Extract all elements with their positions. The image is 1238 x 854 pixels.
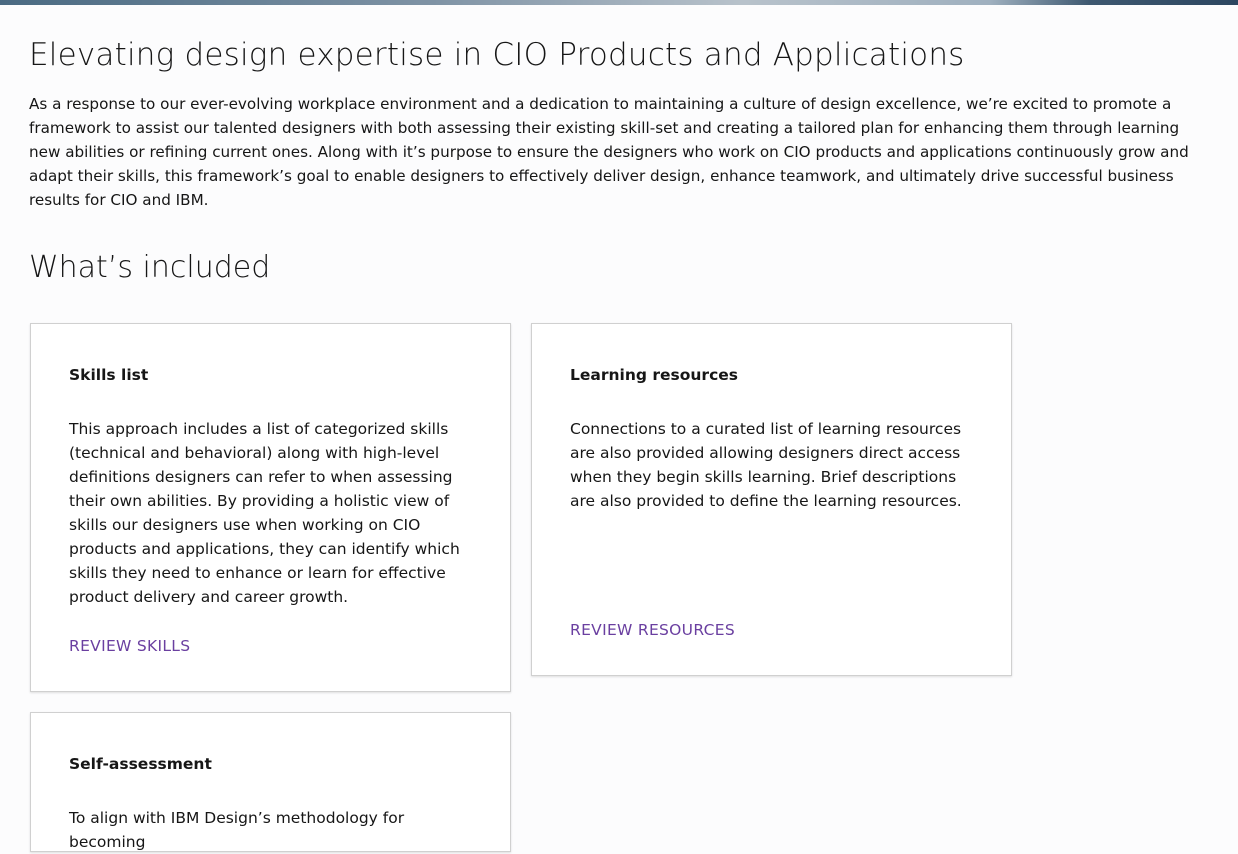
card-description: To align with IBM Design’s methodology f… xyxy=(69,809,405,851)
card-description: This approach includes a list of categor… xyxy=(69,420,460,606)
card-skills-list: Skills list This approach includes a lis… xyxy=(30,323,511,692)
card-title: Self-assessment xyxy=(69,755,212,773)
card-description: Connections to a curated list of learnin… xyxy=(570,420,962,510)
review-resources-link[interactable]: REVIEW RESOURCES xyxy=(570,619,735,641)
hero-banner-image xyxy=(0,0,1238,5)
card-self-assessment: Self-assessment To align with IBM Design… xyxy=(30,712,511,852)
page-title: Elevating design expertise in CIO Produc… xyxy=(29,37,965,73)
card-title: Skills list xyxy=(69,366,149,384)
section-title-whats-included: What’s included xyxy=(29,250,271,285)
card-title: Learning resources xyxy=(570,366,739,384)
review-skills-link[interactable]: REVIEW SKILLS xyxy=(69,635,190,657)
intro-paragraph: As a response to our ever-evolving workp… xyxy=(29,95,1189,209)
card-learning-resources: Learning resources Connections to a cura… xyxy=(531,323,1012,676)
